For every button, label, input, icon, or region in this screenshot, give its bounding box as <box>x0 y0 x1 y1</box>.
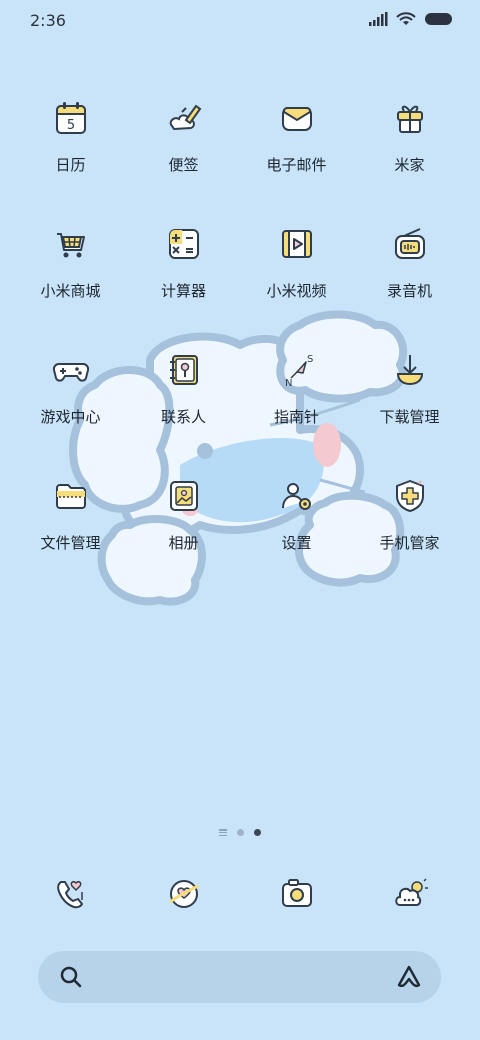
app-label: 相册 <box>168 534 199 552</box>
gallery-icon <box>169 481 198 511</box>
mi-store-icon <box>56 233 85 258</box>
app-calculator[interactable]: 计算器 <box>127 216 240 326</box>
app-settings[interactable]: 设置 <box>240 468 353 578</box>
app-label: 计算器 <box>160 282 206 300</box>
app-label: 小米视频 <box>266 282 327 300</box>
app-label: 设置 <box>281 534 312 552</box>
app-download-manager[interactable]: 下载管理 <box>353 342 466 452</box>
app-file-manager[interactable]: 文件管理 <box>14 468 127 578</box>
app-label: 日历 <box>55 156 86 174</box>
page-dot <box>237 829 244 836</box>
status-bar: 2:36 <box>0 0 480 40</box>
app-compass[interactable]: N S 指南针 <box>240 342 353 452</box>
game-center-icon <box>52 363 89 382</box>
search-icon <box>60 966 82 988</box>
svg-text:S: S <box>307 354 313 365</box>
file-manager-icon <box>55 484 86 509</box>
app-mi-video[interactable]: 小米视频 <box>240 216 353 326</box>
page-menu-icon <box>219 829 227 836</box>
app-email[interactable]: 电子邮件 <box>240 90 353 200</box>
app-mi-store[interactable]: 小米商城 <box>14 216 127 326</box>
app-calendar[interactable]: 5 日历 <box>14 90 127 200</box>
app-label: 便签 <box>168 156 199 174</box>
wifi-icon <box>396 12 416 25</box>
page-indicator[interactable] <box>0 829 480 836</box>
calculator-icon <box>168 229 199 259</box>
app-game-center[interactable]: 游戏中心 <box>14 342 127 452</box>
mi-video-icon <box>281 230 312 258</box>
page-dot-current <box>254 829 261 836</box>
assistant-icon[interactable] <box>395 963 423 991</box>
download-icon <box>396 355 423 386</box>
phone-icon[interactable] <box>49 872 93 916</box>
app-label: 指南针 <box>273 408 319 426</box>
security-icon <box>395 480 424 512</box>
svg-text:N: N <box>285 378 292 389</box>
contacts-icon <box>169 355 198 385</box>
notes-icon <box>169 104 201 131</box>
signal-icon <box>369 12 388 26</box>
battery-icon <box>425 13 452 25</box>
app-label: 米家 <box>394 156 425 174</box>
app-label: 电子邮件 <box>266 156 327 174</box>
app-security[interactable]: 手机管家 <box>353 468 466 578</box>
app-label: 录音机 <box>386 282 432 300</box>
app-label: 文件管理 <box>40 534 101 552</box>
mi-home-icon <box>396 105 423 133</box>
calendar-icon: 5 <box>55 102 86 134</box>
messaging-icon[interactable] <box>162 872 206 916</box>
weather-chat-icon[interactable] <box>388 872 432 916</box>
app-gallery[interactable]: 相册 <box>127 468 240 578</box>
clock: 2:36 <box>30 11 66 30</box>
compass-icon: N S <box>285 354 313 389</box>
app-label: 游戏中心 <box>40 408 101 426</box>
email-icon <box>281 106 312 131</box>
app-label: 联系人 <box>160 408 206 426</box>
app-label: 小米商城 <box>40 282 101 300</box>
search-bar[interactable] <box>38 951 441 1003</box>
app-contacts[interactable]: 联系人 <box>127 342 240 452</box>
app-recorder[interactable]: 录音机 <box>353 216 466 326</box>
app-notes[interactable]: 便签 <box>127 90 240 200</box>
app-label: 手机管家 <box>379 534 440 552</box>
svg-text:5: 5 <box>66 118 74 133</box>
camera-icon[interactable] <box>275 872 319 916</box>
system-status-icons <box>368 12 454 26</box>
app-mi-home[interactable]: 米家 <box>353 90 466 200</box>
dock <box>0 872 480 920</box>
settings-icon <box>281 483 311 510</box>
recorder-icon <box>394 228 425 259</box>
app-label: 下载管理 <box>379 408 440 426</box>
